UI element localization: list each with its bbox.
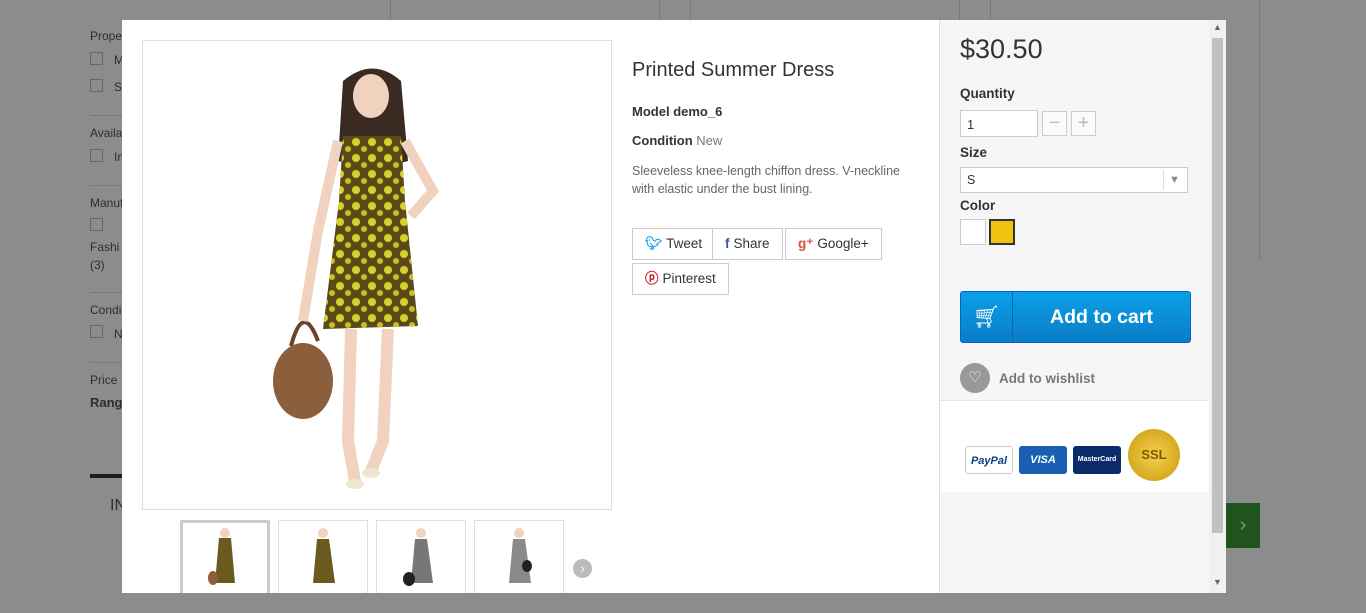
product-price: $30.50: [960, 34, 1043, 64]
condition-label: Condition: [632, 133, 693, 148]
share-label: Share: [733, 236, 770, 251]
product-description: Sleeveless knee-length chiffon dress. V-…: [632, 164, 900, 196]
product-condition: Condition New: [632, 133, 922, 148]
add-to-wishlist-label: Add to wishlist: [999, 371, 1095, 386]
quantity-label: Quantity: [960, 86, 1015, 101]
size-value: S: [967, 173, 976, 187]
add-to-cart-button[interactable]: 🛒︎ Add to cart: [960, 291, 1191, 343]
model-value: demo_6: [673, 104, 723, 119]
google-plus-button[interactable]: g⁺ Google+: [785, 228, 882, 260]
tweet-label: Tweet: [666, 236, 703, 251]
color-swatch-white[interactable]: [960, 219, 986, 245]
product-thumbnail[interactable]: [180, 520, 270, 593]
condition-value: New: [696, 133, 723, 148]
share-button[interactable]: f Share: [712, 228, 783, 260]
scroll-up-icon[interactable]: ▲: [1213, 22, 1222, 32]
scrollbar-thumb[interactable]: [1212, 38, 1223, 533]
pinterest-button[interactable]: ⓟ Pinterest: [632, 263, 729, 295]
color-label: Color: [960, 198, 996, 213]
ssl-badge: SSL: [1128, 429, 1180, 481]
color-swatch-yellow[interactable]: [989, 219, 1015, 245]
twitter-icon: 🐦︎: [645, 236, 663, 251]
product-thumbnail[interactable]: [474, 520, 564, 593]
tweet-button[interactable]: 🐦︎ Tweet: [632, 228, 716, 260]
google-plus-label: Google+: [817, 236, 869, 251]
product-info: Printed Summer Dress Model demo_6 Condit…: [632, 58, 922, 198]
add-to-cart-label: Add to cart: [1050, 306, 1153, 328]
model-label: Model: [632, 104, 670, 119]
purchase-panel: $30.50 Quantity 1 − + Size S ▼ Color 🛒︎ …: [939, 20, 1210, 593]
google-plus-icon: g⁺: [798, 236, 814, 251]
product-title: Printed Summer Dress: [632, 59, 835, 81]
plus-icon[interactable]: +: [1071, 111, 1096, 136]
size-select[interactable]: S ▼: [960, 167, 1188, 193]
chevron-down-icon: ▼: [1163, 170, 1185, 190]
chevron-right-icon[interactable]: ›: [573, 559, 592, 578]
mastercard-logo: MasterCard: [1073, 446, 1121, 474]
quantity-input[interactable]: 1: [960, 110, 1038, 137]
visa-logo: VISA: [1019, 446, 1067, 474]
product-thumbnail[interactable]: [376, 520, 466, 593]
pinterest-label: Pinterest: [662, 271, 716, 286]
product-model: Model demo_6: [632, 104, 922, 119]
payment-methods: PayPal VISA MasterCard SSL: [940, 400, 1210, 492]
product-thumbnail[interactable]: [278, 520, 368, 593]
heart-icon: ♡: [960, 363, 990, 393]
quick-view-modal: › Printed Summer Dress Model demo_6 Cond…: [122, 20, 1226, 593]
paypal-logo: PayPal: [965, 446, 1013, 474]
scroll-down-icon[interactable]: ▼: [1213, 577, 1222, 587]
pinterest-icon: ⓟ: [645, 271, 659, 286]
cart-icon: 🛒︎: [961, 292, 1013, 342]
facebook-icon: f: [725, 236, 730, 251]
minus-icon[interactable]: −: [1042, 111, 1067, 136]
size-label: Size: [960, 145, 988, 160]
modal-scrollbar[interactable]: ▲ ▼: [1209, 20, 1226, 593]
product-main-image: [142, 40, 612, 510]
